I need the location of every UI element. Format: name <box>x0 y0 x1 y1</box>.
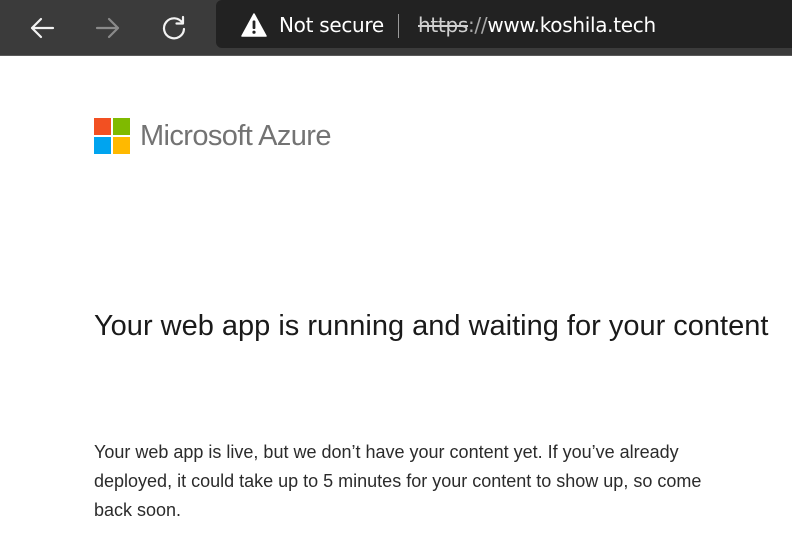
refresh-icon <box>162 15 186 40</box>
url-scheme: https <box>418 13 468 37</box>
refresh-button[interactable] <box>154 8 194 48</box>
back-button[interactable] <box>22 8 62 48</box>
back-arrow-icon <box>30 17 55 39</box>
microsoft-logo-icon <box>94 118 130 154</box>
address-divider <box>398 14 399 38</box>
logo-square-yellow <box>113 137 130 154</box>
forward-arrow-icon <box>95 17 120 39</box>
page-description: Your web app is live, but we don’t have … <box>94 442 702 520</box>
warning-icon <box>241 13 267 37</box>
url-host: www.koshila.tech <box>487 13 656 37</box>
page-title: Your web app is running and waiting for … <box>94 310 769 342</box>
url-text[interactable]: https://www.koshila.tech <box>418 13 656 37</box>
brand-name: Microsoft Azure <box>140 120 331 152</box>
forward-button[interactable] <box>88 8 128 48</box>
address-bar[interactable]: Not secure https://www.koshila.tech <box>216 0 792 48</box>
security-status-label[interactable]: Not secure <box>279 13 384 37</box>
logo-square-blue <box>94 137 111 154</box>
logo-square-green <box>113 118 130 135</box>
browser-toolbar: Not secure https://www.koshila.tech <box>0 0 792 56</box>
logo-square-red <box>94 118 111 135</box>
url-separator: :// <box>467 13 488 37</box>
